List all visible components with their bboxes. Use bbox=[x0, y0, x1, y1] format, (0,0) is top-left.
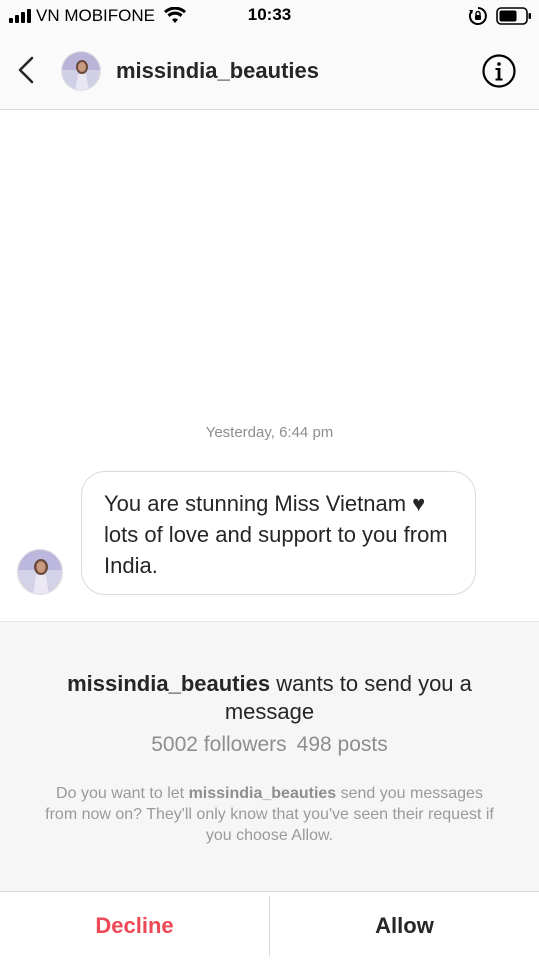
message-bubble[interactable]: You are stunning Miss Vietnam ♥ lots of … bbox=[81, 471, 476, 595]
info-icon bbox=[482, 54, 516, 88]
back-button[interactable] bbox=[12, 52, 40, 88]
sender-avatar[interactable] bbox=[17, 549, 63, 595]
allow-button[interactable]: Allow bbox=[270, 892, 539, 960]
request-title: missindia_beauties wants to send you a m… bbox=[40, 670, 499, 726]
clock: 10:33 bbox=[247, 5, 292, 24]
posts-count: 498 posts bbox=[296, 733, 388, 756]
info-button[interactable] bbox=[481, 53, 517, 89]
rotation-lock-icon bbox=[468, 7, 487, 25]
status-bar: VN MOBIFONE 10:33 bbox=[0, 0, 539, 32]
request-actions: Decline Allow bbox=[0, 891, 539, 960]
request-description: Do you want to let missindia_beauties se… bbox=[40, 783, 499, 846]
top-bar: VN MOBIFONE 10:33 missindia_beauties bbox=[0, 0, 539, 110]
request-username: missindia_beauties bbox=[67, 671, 271, 696]
avatar-image bbox=[18, 550, 62, 594]
header-avatar[interactable] bbox=[61, 51, 101, 91]
request-desc-username: missindia_beauties bbox=[188, 785, 337, 802]
message-request-panel: missindia_beauties wants to send you a m… bbox=[0, 621, 539, 891]
battery-icon bbox=[496, 7, 531, 25]
followers-count: 5002 followers bbox=[151, 733, 287, 756]
chevron-left-icon bbox=[18, 56, 34, 84]
message-timestamp: Yesterday, 6:44 pm bbox=[205, 424, 334, 441]
decline-button[interactable]: Decline bbox=[0, 892, 269, 960]
request-stats: 5002 followers 498 posts bbox=[0, 733, 539, 757]
avatar-image bbox=[62, 52, 100, 90]
request-desc-prefix: Do you want to let bbox=[56, 785, 189, 802]
conversation-username[interactable]: missindia_beauties bbox=[116, 58, 319, 84]
